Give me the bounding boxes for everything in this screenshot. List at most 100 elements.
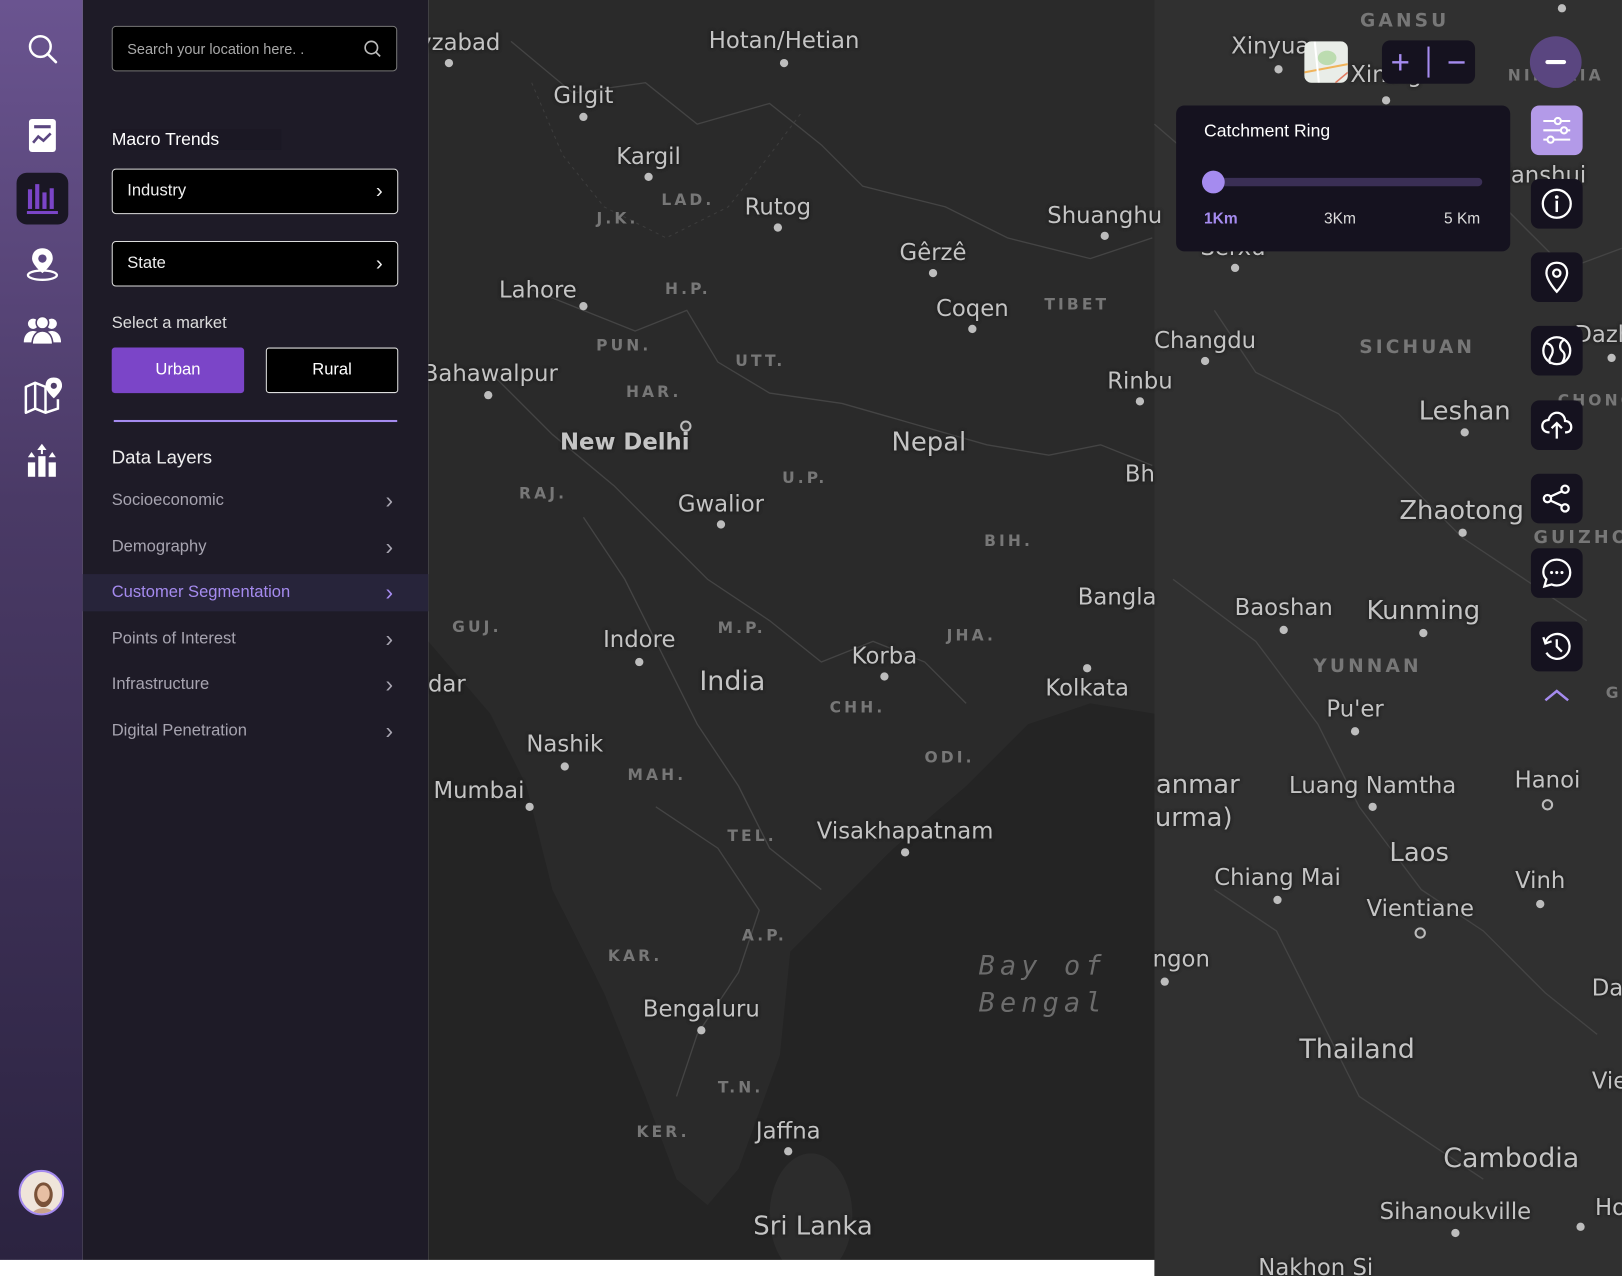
city-dot	[880, 672, 889, 681]
growth-icon	[27, 443, 56, 477]
chat-icon	[1542, 558, 1572, 589]
city-dot	[1576, 1222, 1585, 1231]
upload-button[interactable]	[1530, 400, 1583, 450]
layer-label: Socioeconomic	[111, 491, 224, 509]
region-label: GUIZHO	[1533, 527, 1622, 549]
region-label: JHA.	[946, 625, 996, 645]
layer-socioeconomic[interactable]: Socioeconomic ›	[83, 482, 428, 519]
globe-button[interactable]	[1530, 325, 1583, 376]
region-label: RAJ.	[519, 484, 568, 503]
region-label: GANSU	[1360, 9, 1450, 32]
search-input[interactable]	[127, 40, 355, 57]
map-nav-button[interactable]	[17, 370, 69, 422]
map-label: Bh	[1124, 461, 1155, 488]
history-button[interactable]	[1530, 621, 1583, 672]
chevron-right-icon: ›	[375, 179, 383, 203]
city-dot	[1230, 263, 1240, 273]
user-avatar[interactable]	[18, 1169, 65, 1216]
region-label: TIBET	[1044, 294, 1110, 314]
zoom-control: + −	[1381, 40, 1476, 84]
search-icon[interactable]	[363, 39, 382, 58]
map-label: Vientiane	[1366, 896, 1474, 923]
map-label: Bengaluru	[642, 996, 760, 1023]
catchment-slider-track[interactable]	[1211, 177, 1483, 187]
map-label: Hanoi	[1514, 768, 1581, 794]
map-label: Gêrzê	[899, 240, 967, 267]
zoom-divider	[1427, 46, 1430, 78]
avatar-image	[20, 1171, 63, 1214]
region-label: M.P.	[717, 618, 766, 638]
layer-label: Digital Penetration	[111, 722, 247, 740]
search-nav-button[interactable]	[17, 23, 69, 75]
map-label: India	[699, 666, 766, 698]
location-button[interactable]	[1530, 252, 1583, 303]
market-label: Select a market	[111, 314, 227, 333]
basemap-toggle[interactable]	[1304, 41, 1348, 83]
chevron-right-icon: ›	[385, 625, 394, 652]
layer-points-of-interest[interactable]: Points of Interest ›	[83, 621, 428, 658]
expand-tools-button[interactable]	[1543, 687, 1570, 709]
map-label: Lahore	[498, 277, 577, 304]
tick-1km[interactable]: 1Km	[1204, 210, 1238, 228]
industry-select[interactable]: Industry ›	[111, 168, 399, 215]
layer-digital-penetration[interactable]: Digital Penetration ›	[83, 713, 428, 750]
city-dot	[784, 1147, 793, 1156]
info-button[interactable]	[1530, 178, 1583, 229]
users-icon	[23, 315, 62, 345]
layer-infrastructure[interactable]: Infrastructure ›	[83, 666, 428, 703]
upload-icon	[1541, 411, 1573, 439]
layer-demography[interactable]: Demography ›	[83, 529, 428, 566]
layer-customer-segmentation[interactable]: Customer Segmentation ›	[82, 574, 429, 612]
city-dot	[1557, 4, 1567, 13]
chevron-right-icon: ›	[385, 533, 394, 560]
urban-button[interactable]: Urban	[111, 347, 245, 394]
catchment-slider-thumb[interactable]	[1201, 170, 1225, 194]
sea-label-line: Bengal	[978, 987, 1107, 1019]
region-label: J.K.	[596, 208, 639, 228]
tick-5km[interactable]: 5 Km	[1444, 210, 1480, 228]
city-dot	[1279, 625, 1288, 635]
zoom-in-button[interactable]: +	[1391, 46, 1410, 79]
map-label: Xinyua	[1231, 33, 1310, 60]
state-select[interactable]: State ›	[111, 241, 399, 287]
analytics-nav-button[interactable]	[16, 172, 69, 225]
region-label: KAR.	[607, 946, 663, 966]
filter-button[interactable]	[1530, 105, 1583, 156]
region-label: TEL.	[727, 826, 777, 846]
map-label: Vinh	[1515, 868, 1566, 895]
city-dot	[773, 223, 783, 232]
share-icon	[1542, 484, 1570, 513]
city-dot	[1135, 397, 1145, 406]
chevron-right-icon: ›	[385, 717, 394, 744]
map-label: Baoshan	[1234, 595, 1333, 622]
location-pin-icon	[1545, 261, 1569, 294]
map-label: Chiang Mai	[1214, 865, 1341, 892]
search-icon	[28, 34, 58, 64]
growth-nav-button[interactable]	[17, 434, 69, 486]
map-label: Rutog	[744, 194, 812, 221]
report-nav-button[interactable]	[17, 110, 69, 162]
map-label: Kolkata	[1045, 675, 1129, 702]
chat-button[interactable]	[1530, 548, 1583, 598]
city-dot	[1274, 65, 1283, 74]
filter-icon	[1543, 116, 1571, 144]
rural-button[interactable]: Rural	[265, 347, 399, 394]
state-label: State	[127, 254, 166, 273]
tick-3km[interactable]: 3Km	[1324, 210, 1356, 228]
city-dot	[579, 302, 588, 311]
map-label: Shuanghu	[1047, 203, 1163, 230]
city-dot	[1607, 353, 1616, 363]
audience-nav-button[interactable]	[17, 304, 69, 356]
zoom-out-button[interactable]: −	[1447, 46, 1466, 79]
region-label: PUN.	[596, 336, 652, 355]
city-dot	[635, 657, 644, 667]
share-button[interactable]	[1530, 473, 1583, 524]
bar-chart-icon	[26, 184, 58, 215]
map-label: Rinbu	[1107, 368, 1173, 395]
location-nav-button[interactable]	[17, 238, 69, 290]
region-label: BIH.	[984, 531, 1033, 551]
map-label: Visakhapatnam	[816, 818, 994, 845]
collapse-tools-button[interactable]	[1529, 36, 1582, 88]
map-pin-icon	[24, 377, 63, 414]
location-search[interactable]	[111, 25, 398, 72]
